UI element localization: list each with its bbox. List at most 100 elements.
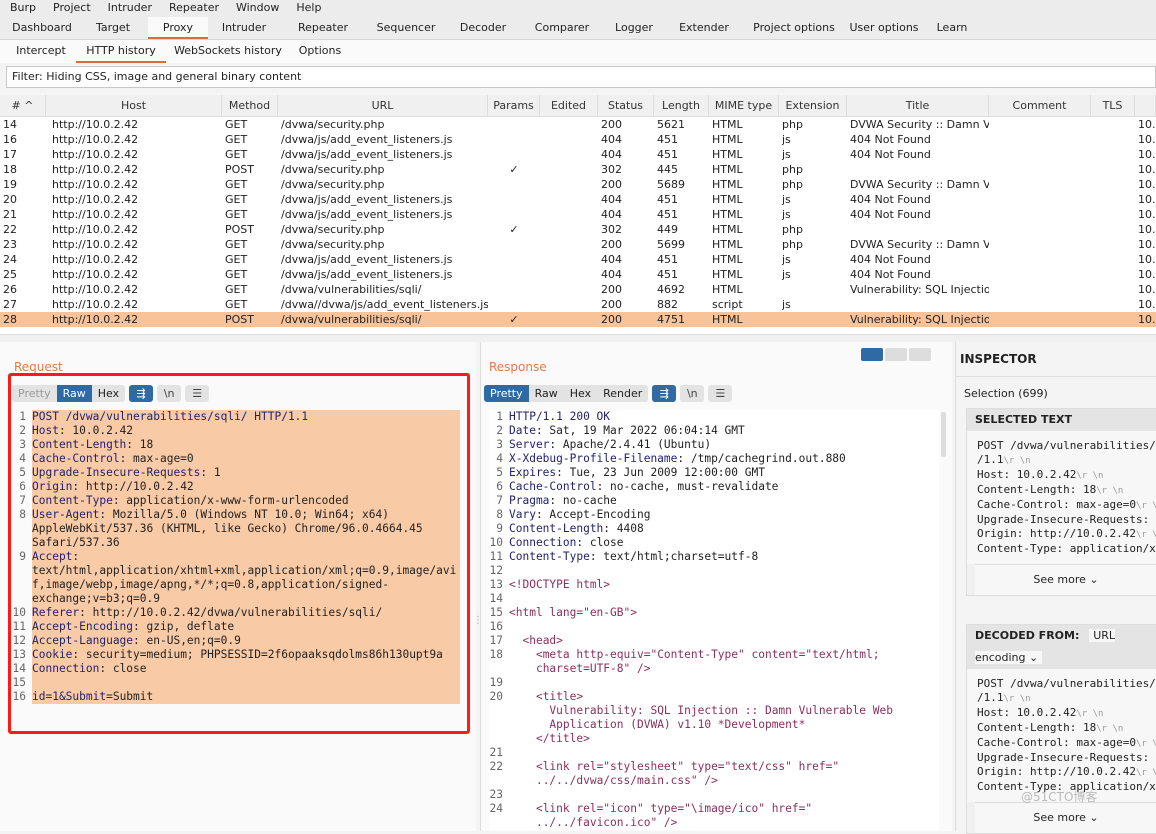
layout-tabs-icon[interactable] (909, 348, 931, 361)
preview-text: Content-Length: 18 (977, 483, 1097, 496)
column-header[interactable]: Length (654, 95, 709, 116)
table-row[interactable]: 21 http://10.0.2.42 GET/dvwa/js/add_event_… (0, 207, 1156, 222)
line-number: 18 (489, 648, 503, 661)
tab-user-options[interactable]: User options (844, 17, 924, 39)
menu-intruder[interactable]: Intruder (98, 0, 159, 17)
mode-render[interactable]: Render (597, 385, 648, 402)
split-divider[interactable] (0, 334, 1156, 342)
mode-pretty[interactable]: Pretty (484, 385, 529, 402)
table-row[interactable]: 19 http://10.0.2.42 GET/dvwa/security.php 2… (0, 177, 1156, 192)
subtab-intercept[interactable]: Intercept (6, 40, 76, 63)
column-header[interactable]: Params (488, 95, 540, 116)
table-cell: HTML (712, 253, 743, 266)
table-row[interactable]: 18 http://10.0.2.42 POST/dvwa/security.php… (0, 162, 1156, 177)
tab-logger[interactable]: Logger (604, 17, 664, 39)
see-more-button[interactable]: See more ⌄ (975, 564, 1156, 595)
tab-project-options[interactable]: Project options (744, 17, 844, 39)
table-cell (1091, 237, 1135, 252)
menu-icon[interactable]: ☰ (708, 385, 733, 402)
menu-window[interactable]: Window (226, 0, 286, 17)
table-row[interactable]: 26 http://10.0.2.42 GET/dvwa/vulnerabiliti… (0, 282, 1156, 297)
menu-repeater[interactable]: Repeater (159, 0, 226, 17)
table-row[interactable]: 23 http://10.0.2.42 GET/dvwa/security.php 2… (0, 237, 1156, 252)
inspector-panel: INSPECTOR Selection (699) SELECTED TEXT … (955, 342, 1156, 834)
table-row[interactable]: 27 http://10.0.2.42 GET/dvwa//dvwa/js/add_… (0, 297, 1156, 312)
line-text: <meta http-equiv="Content-Type" content=… (509, 648, 939, 676)
column-header[interactable]: Comment (989, 95, 1091, 116)
newline-icon[interactable]: \n (680, 385, 705, 402)
request-title: Request (14, 360, 63, 374)
preview-line: Cache-Control: max-age=0\r \n (977, 498, 1156, 513)
layout-toggle[interactable] (861, 348, 931, 361)
subtab-websockets-history[interactable]: WebSockets history (166, 40, 290, 63)
watermark: @51CTO博客 (1021, 790, 1098, 804)
column-header[interactable]: TLS (1091, 95, 1135, 116)
table-cell: 10.0 (1138, 118, 1156, 131)
table-cell (540, 282, 598, 297)
table-cell (540, 312, 598, 327)
line-number: 16 (489, 620, 503, 633)
table-cell (847, 297, 989, 312)
layout-vertical-icon[interactable] (885, 348, 907, 361)
column-header[interactable]: Host (46, 95, 222, 116)
table-cell: 200 (601, 298, 622, 311)
mode-raw[interactable]: Raw (529, 385, 564, 402)
table-row[interactable]: 20 http://10.0.2.42 GET/dvwa/js/add_event_… (0, 192, 1156, 207)
column-header[interactable]: Extension (779, 95, 847, 116)
header-name: Cache-Control (509, 480, 597, 493)
column-header[interactable]: URL (278, 95, 488, 116)
table-row[interactable]: 16 http://10.0.2.42 GET/dvwa/js/add_event_… (0, 132, 1156, 147)
escape-chars: \r \n (1135, 501, 1156, 511)
table-cell: 404 Not Found (850, 148, 931, 161)
table-cell (989, 297, 1091, 312)
tab-intruder[interactable]: Intruder (208, 17, 280, 39)
menu-project[interactable]: Project (43, 0, 98, 17)
tab-extender[interactable]: Extender (664, 17, 744, 39)
table-cell: GET (225, 208, 248, 221)
table-cell: /dvwa/security.php (281, 178, 385, 191)
table-cell: 26 (3, 283, 17, 296)
menu-help[interactable]: Help (286, 0, 328, 17)
tab-dashboard[interactable]: Dashboard (6, 17, 78, 39)
tab-comparer[interactable]: Comparer (520, 17, 604, 39)
tab-target[interactable]: Target (78, 17, 148, 39)
response-scrollbar[interactable] (941, 412, 946, 457)
layout-side-by-side-icon[interactable] (861, 348, 883, 361)
table-cell: 10.0 (1138, 298, 1156, 311)
table-cell: 18 (3, 163, 17, 176)
table-row[interactable]: 14 http://10.0.2.42 GET/dvwa/security.php 2… (0, 117, 1156, 132)
tab-decoder[interactable]: Decoder (446, 17, 520, 39)
table-cell: js (782, 253, 791, 266)
table-row[interactable]: 24 http://10.0.2.42 GET/dvwa/js/add_event_… (0, 252, 1156, 267)
subtab-options[interactable]: Options (290, 40, 350, 63)
column-header[interactable]: Edited (540, 95, 598, 116)
line-number: 2 (496, 424, 503, 437)
column-header[interactable]: Status (598, 95, 654, 116)
column-header[interactable] (1135, 95, 1156, 116)
table-row[interactable]: 25 http://10.0.2.42 GET/dvwa/js/add_event_… (0, 267, 1156, 282)
table-cell (540, 252, 598, 267)
preview-text: /1.1 (977, 453, 1004, 466)
tab-repeater[interactable]: Repeater (280, 17, 366, 39)
mode-hex[interactable]: Hex (564, 385, 597, 402)
see-more-button[interactable]: See more ⌄ (975, 802, 1156, 833)
column-header[interactable]: Title (847, 95, 989, 116)
response-editor[interactable]: 1 HTTP/1.1 200 OK 2 Date: Sat, 19 Mar 2022 … (489, 410, 939, 830)
tab-sequencer[interactable]: Sequencer (366, 17, 446, 39)
code-line: 11 Content-Type: text/html;charset=utf-8 (489, 550, 939, 564)
table-cell: 5689 (657, 178, 685, 191)
menu-burp[interactable]: Burp (0, 0, 43, 17)
column-header[interactable]: MIME type (709, 95, 779, 116)
column-header[interactable]: # ^ (0, 95, 46, 116)
filter-bar[interactable]: Filter: Hiding CSS, image and general bi… (6, 66, 1156, 88)
subtab-http-history[interactable]: HTTP history (76, 40, 166, 63)
table-row[interactable]: 22 http://10.0.2.42 POST/dvwa/security.php… (0, 222, 1156, 237)
tab-learn[interactable]: Learn (924, 17, 980, 39)
line-text: X-Xdebug-Profile-Filename: /tmp/cachegri… (509, 452, 939, 466)
table-row[interactable]: 17 http://10.0.2.42 GET/dvwa/js/add_event_… (0, 147, 1156, 162)
column-header[interactable]: Method (222, 95, 278, 116)
wrap-icon[interactable]: ⇶ (652, 385, 677, 402)
table-row[interactable]: 28 http://10.0.2.42 POST/dvwa/vulnerabilit… (0, 312, 1156, 327)
table-cell (989, 207, 1091, 222)
tab-proxy[interactable]: Proxy (148, 17, 208, 39)
